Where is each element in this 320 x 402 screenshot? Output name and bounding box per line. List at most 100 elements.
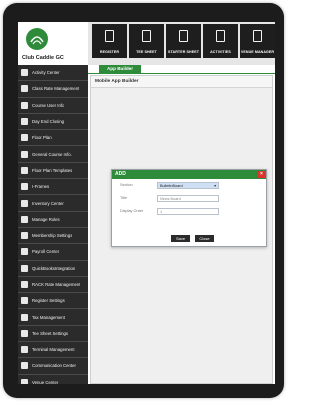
close-button[interactable]: Close <box>195 235 214 242</box>
sidebar-item-label: Venue Center <box>32 379 59 384</box>
sidebar-item[interactable]: Class Rate Management <box>18 81 88 98</box>
info-icon <box>21 150 28 158</box>
terminal-icon <box>21 346 28 354</box>
display-order-label: Display Order <box>120 209 144 213</box>
add-modal: ADD × Section BulletinBoard ▾ Title News… <box>111 169 267 247</box>
activities-icon <box>216 30 225 42</box>
sidebar-item-label: Day End Closing <box>32 119 65 125</box>
brand-name: Club Caddie GC <box>22 55 64 61</box>
sidebar-item-label: Floor Plan <box>32 135 52 141</box>
register-icon <box>21 297 28 305</box>
section-label: Section <box>120 183 133 187</box>
close-icon[interactable]: × <box>258 171 265 178</box>
brand-logo[interactable]: Club Caddie GC <box>18 22 88 65</box>
roles-icon <box>21 215 28 223</box>
tax-icon <box>21 313 28 321</box>
sidebar-item[interactable]: General Course Info. <box>18 146 88 163</box>
sidebar-item[interactable]: Payroll Center <box>18 244 88 261</box>
starter-sheet-icon <box>179 30 188 42</box>
sidebar-item-label: RACK Rate Management <box>32 282 81 287</box>
sidebar-item[interactable]: Inventory Center <box>18 195 88 212</box>
save-button[interactable]: Save <box>171 235 190 242</box>
sidebar-item-label: Communication Center <box>32 363 76 369</box>
tee-sheet-icon <box>142 30 151 42</box>
sidebar-item-label: Course User Info <box>32 102 65 108</box>
payroll-icon <box>21 248 28 256</box>
sidebar-item[interactable]: Floor Plan Templates <box>18 163 88 180</box>
sidebar-item-label: Floor Plan Templates <box>32 167 73 173</box>
section-value: BulletinBoard <box>160 184 183 188</box>
sidebar-item[interactable]: Terminal Management <box>18 342 88 359</box>
sidebar-item[interactable]: Membership Settings <box>18 228 88 245</box>
venue-manager-icon <box>253 30 262 42</box>
register-icon <box>105 30 114 42</box>
toolbar-button[interactable]: TEE SHEET <box>129 24 164 58</box>
chevron-down-icon: ▾ <box>214 184 216 188</box>
sidebar-item[interactable]: Venue Center <box>18 375 88 384</box>
sidebar-item[interactable]: Activity Center <box>18 65 88 82</box>
sidebar-item[interactable]: QuickBooksIntegration <box>18 261 88 277</box>
template-icon <box>21 166 28 174</box>
tab-bar: App Builder <box>88 65 275 74</box>
sidebar-item-label: Payroll Center <box>32 249 60 255</box>
membership-icon <box>21 232 28 240</box>
toolbar-button-label: ACTIVITIES <box>210 50 231 54</box>
title-row: Title News Board <box>112 195 266 203</box>
sidebar-item[interactable]: Manage Roles <box>18 212 88 228</box>
toolbar-button[interactable]: STARTER SHEET <box>166 24 201 58</box>
section-select[interactable]: BulletinBoard ▾ <box>157 182 219 189</box>
title-label: Title <box>120 196 128 200</box>
sidebar: Activity Center Class Rate Management Cour… <box>18 65 88 384</box>
frame-icon <box>21 183 28 191</box>
toolbar-button[interactable]: REGISTER <box>92 24 127 58</box>
sidebar-item-label: I-Frames <box>32 184 50 190</box>
sidebar-item[interactable]: I-Frames <box>18 179 88 196</box>
calendar-icon <box>21 118 28 126</box>
quickbooks-icon <box>21 264 28 272</box>
sidebar-item[interactable]: Day End Closing <box>18 114 88 131</box>
sidebar-item-label: Manage Roles <box>32 216 60 222</box>
sidebar-item-label: Register Settings <box>32 298 65 304</box>
sidebar-item-label: Inventory Center <box>32 200 64 206</box>
modal-title: ADD <box>115 171 126 177</box>
sidebar-item[interactable]: Communication Center <box>18 358 88 375</box>
rack-icon <box>21 281 28 288</box>
toolbar-button-label: TEE SHEET <box>136 50 157 54</box>
sidebar-item-label: Tax Management <box>32 314 65 320</box>
toolbar-button[interactable]: VENUE MANAGER <box>240 24 275 58</box>
teesheet-icon <box>21 329 28 337</box>
toolbar-button-label: VENUE MANAGER <box>240 50 275 54</box>
sidebar-item[interactable]: Course User Info <box>18 98 88 114</box>
tab-app-builder[interactable]: App Builder <box>99 65 141 73</box>
sidebar-item-label: Activity Center <box>32 70 60 76</box>
toolbar-button[interactable]: ACTIVITIES <box>203 24 238 58</box>
user-icon <box>21 101 28 109</box>
page-title: Mobile App Builder <box>91 76 272 88</box>
title-input[interactable]: News Board <box>157 195 219 202</box>
top-toolbar: REGISTER TEE SHEET STARTER SHEET ACTIVITIES… <box>88 22 275 65</box>
sidebar-item-label: Tee Sheet Settings <box>32 330 69 336</box>
toolbar-button-label: REGISTER <box>99 50 120 54</box>
inventory-icon <box>21 199 28 207</box>
rate-icon <box>21 85 28 93</box>
sidebar-item-label: Membership Settings <box>32 233 73 239</box>
venue-icon <box>21 378 28 384</box>
sidebar-item[interactable]: Floor Plan <box>18 130 88 147</box>
sidebar-item[interactable]: Tax Management <box>18 309 88 326</box>
section-row: Section BulletinBoard ▾ <box>112 182 266 190</box>
sidebar-item-label: Terminal Management <box>32 347 75 353</box>
sidebar-item-label: General Course Info. <box>32 151 72 157</box>
modal-header: ADD × <box>112 170 266 179</box>
activity-icon <box>21 69 28 77</box>
club-caddie-logo-icon <box>26 28 48 50</box>
sidebar-item[interactable]: Register Settings <box>18 293 88 310</box>
sidebar-item-label: Class Rate Management <box>32 86 80 92</box>
display-order-input[interactable]: 1 <box>157 208 219 215</box>
floorplan-icon <box>21 134 28 142</box>
communication-icon <box>21 362 28 370</box>
toolbar-button-label: STARTER SHEET <box>168 50 199 54</box>
sidebar-item-label: QuickBooksIntegration <box>32 265 76 271</box>
sidebar-item[interactable]: RACK Rate Management <box>18 277 88 294</box>
display-order-row: Display Order 1 <box>112 208 266 216</box>
sidebar-item[interactable]: Tee Sheet Settings <box>18 326 88 343</box>
